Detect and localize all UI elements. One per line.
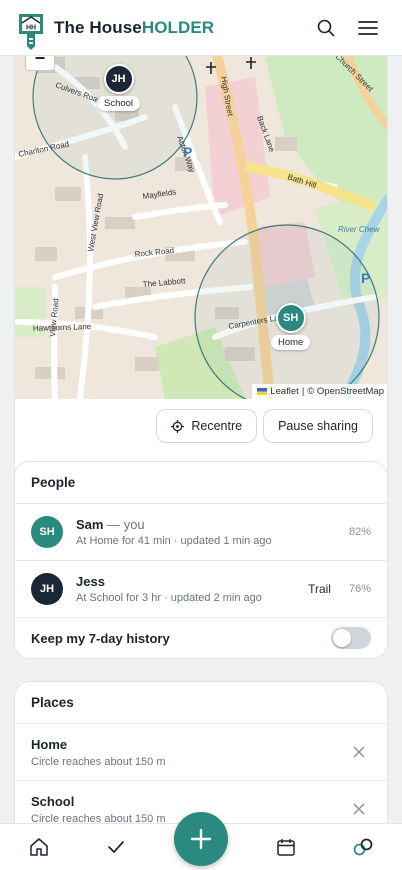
app-title: The HouseHOLDER [54, 18, 214, 38]
marker-avatar: JH [103, 64, 134, 94]
place-name: School [31, 793, 75, 809]
place-row-home[interactable]: Home Circle reaches about 150 m [15, 724, 387, 781]
pause-sharing-label: Pause sharing [278, 419, 358, 433]
places-title: Places [15, 682, 387, 724]
history-toggle-row: Keep my 7-day history [15, 618, 387, 658]
battery-level: 76% [348, 583, 371, 595]
osm-link[interactable]: © OpenStreetMap [307, 386, 384, 397]
person-row-sam[interactable]: SH Sam — you At Home for 41 min · update… [15, 504, 387, 561]
recentre-button[interactable]: Recentre [156, 409, 258, 443]
svg-text:P: P [361, 270, 370, 286]
marker-label: Home [271, 335, 311, 350]
home-icon [30, 838, 48, 856]
calendar-icon [276, 839, 295, 856]
logo-icon: HH [16, 11, 46, 51]
marker-avatar: SH [275, 303, 306, 333]
brand-part1: The House [54, 17, 142, 37]
map-actions: Recentre Pause sharing [156, 409, 373, 443]
plus-icon [190, 828, 212, 850]
person-status: At School for 3 hr · updated 2 min ago [76, 592, 262, 604]
map-marker-jess[interactable]: JH School [97, 64, 141, 111]
avatar: JH [31, 573, 63, 605]
places-card: Places Home Circle reaches about 150 m S… [14, 681, 388, 823]
map-attribution: Leaflet | © OpenStreetMap [252, 384, 387, 399]
battery-level: 82% [348, 526, 371, 538]
close-icon [353, 803, 365, 815]
leaflet-link[interactable]: Leaflet [270, 386, 299, 397]
flag-icon [257, 388, 268, 395]
remove-place-button[interactable] [347, 797, 371, 821]
map-tiles: Culvers Road Charlton Road West View Roa… [15, 56, 387, 399]
remove-place-button[interactable] [347, 740, 371, 764]
content-scroll[interactable]: Culvers Road Charlton Road West View Roa… [0, 56, 402, 823]
nav-tasks[interactable] [96, 827, 136, 867]
nav-calendar[interactable] [266, 827, 306, 867]
people-title: People [15, 462, 387, 504]
marker-label: School [97, 96, 141, 111]
trail-button[interactable]: Trail [308, 582, 331, 596]
people-card: People SH Sam — you At Home for 41 min ·… [14, 461, 388, 659]
map-marker-sam[interactable]: SH Home [271, 303, 311, 350]
menu-icon [358, 20, 378, 35]
search-button[interactable] [308, 10, 344, 46]
svg-text:River Chew: River Chew [338, 225, 381, 234]
svg-text:P: P [183, 144, 192, 160]
search-icon [317, 19, 335, 36]
person-row-jess[interactable]: JH Jess At School for 3 hr · updated 2 m… [15, 561, 387, 618]
crosshair-icon [171, 419, 185, 433]
map-card: Culvers Road Charlton Road West View Roa… [14, 56, 388, 501]
person-name: Sam — you [76, 517, 145, 532]
place-name: Home [31, 736, 68, 752]
person-status: At Home for 41 min · updated 1 min ago [76, 535, 272, 547]
pause-sharing-button[interactable]: Pause sharing [263, 409, 373, 443]
person-name: Jess [76, 574, 105, 589]
zoom-out-button[interactable]: − [25, 56, 55, 71]
brand-part2: HOLDER [141, 17, 215, 37]
link-icon [353, 838, 373, 856]
nav-home[interactable] [19, 827, 59, 867]
map-view[interactable]: Culvers Road Charlton Road West View Roa… [15, 56, 387, 399]
history-label: Keep my 7-day history [31, 630, 170, 646]
check-icon [108, 841, 125, 853]
svg-text:HH: HH [26, 24, 36, 31]
app-header: HH The HouseHOLDER [0, 0, 402, 56]
place-detail: Circle reaches about 150 m [31, 755, 166, 768]
history-toggle[interactable] [331, 627, 371, 649]
close-icon [353, 746, 365, 758]
menu-button[interactable] [350, 10, 386, 46]
recentre-label: Recentre [191, 419, 243, 433]
avatar: SH [31, 516, 63, 548]
nav-circles[interactable] [343, 827, 383, 867]
add-button[interactable] [174, 812, 228, 866]
